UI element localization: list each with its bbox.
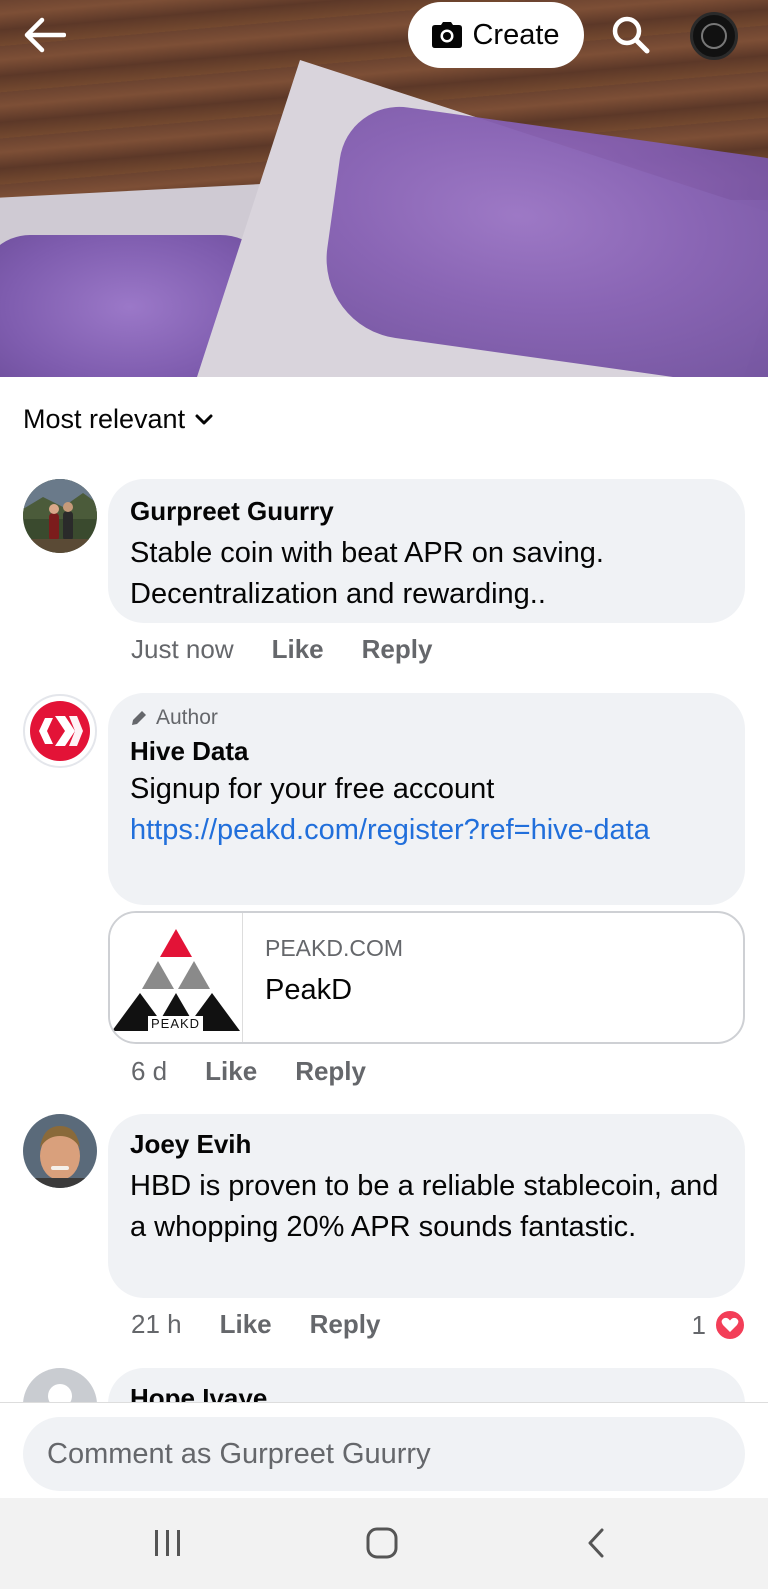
comment-input[interactable]: Comment as Gurpreet Guurry [23, 1417, 745, 1491]
comment-composer-bar: Comment as Gurpreet Guurry [0, 1402, 768, 1498]
avatar[interactable] [23, 1368, 97, 1402]
comment-author[interactable]: Hope Ivaye [130, 1380, 723, 1402]
recent-apps-icon [155, 1530, 180, 1556]
recent-apps-button[interactable] [138, 1520, 198, 1566]
system-nav-bar [0, 1498, 768, 1589]
home-icon [366, 1527, 398, 1559]
comment-item: Hope Ivaye [0, 0, 768, 1402]
comment-input-placeholder: Comment as Gurpreet Guurry [47, 1437, 431, 1470]
default-avatar-icon [48, 1384, 72, 1402]
comment-bubble: Hope Ivaye [108, 1368, 745, 1402]
home-button[interactable] [352, 1520, 412, 1566]
back-nav-button[interactable] [566, 1520, 626, 1566]
chevron-left-icon [588, 1528, 604, 1558]
